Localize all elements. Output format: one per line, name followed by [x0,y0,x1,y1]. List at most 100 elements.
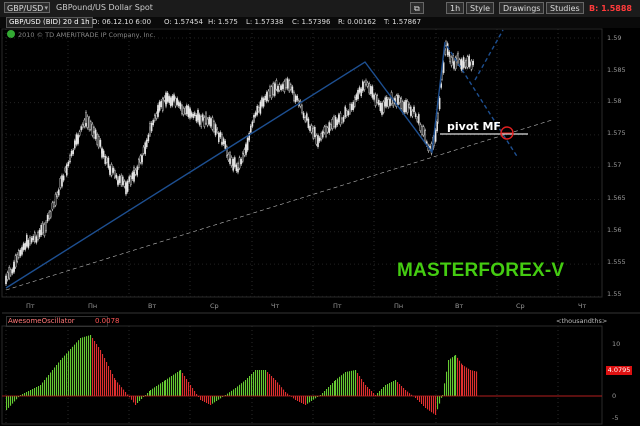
ao-bar [444,383,446,396]
ao-bar [86,336,88,396]
ao-bar [435,396,437,415]
candle-body [333,116,335,127]
ao-bar [330,385,332,396]
candle-body [336,119,339,126]
candle-body [24,243,27,250]
ao-bar [90,335,92,396]
ao-bar [343,373,345,396]
indicator-units: <thousandths> [556,317,608,325]
candle-body [362,81,364,92]
indicator-name[interactable]: AwesomeOscillator [8,317,75,325]
ao-bar [80,338,82,396]
ao-bar [468,368,470,396]
ao-bar [450,358,452,396]
candle-body [201,114,204,121]
time-tick: Чт [578,302,587,310]
candle-body [45,221,47,232]
candle-body [294,95,297,103]
ao-bar [112,374,114,396]
candle-body [288,80,291,92]
ao-bar [257,370,259,396]
price-tick: 1.59 [607,34,622,42]
ao-bar [68,351,70,396]
candle-body [112,167,114,173]
candle-body [115,174,118,179]
candle-body [133,171,135,182]
ao-bar [243,381,245,396]
ao-bar [357,373,359,396]
candle-body [386,96,388,107]
candle-body [195,115,198,122]
candle-body [147,134,150,142]
candle-body [254,112,257,117]
ao-bar [387,384,389,396]
candle-body [21,247,23,255]
time-tick: Ср [516,302,525,310]
candle-body [330,124,332,130]
ao-bar [476,371,478,396]
ao-bar [328,387,330,396]
ao-bar [121,387,123,396]
ao-bar [141,396,143,399]
candle-body [163,97,166,101]
ao-bar [88,335,90,396]
brand-watermark: MASTERFOREX-V [397,260,565,281]
candle-body [285,79,287,88]
ao-bar [245,380,247,396]
candle-body [237,168,239,173]
ao-bar [251,374,253,396]
ao-bar [341,375,343,396]
candle-body [326,127,329,133]
candle-body [113,170,116,178]
candle-body [449,56,451,63]
ao-bar [334,381,336,396]
candle-body [376,95,379,103]
candle-body [158,101,161,111]
price-chart[interactable] [0,0,640,426]
candle-body [121,176,124,185]
candle-body [165,92,167,105]
ao-bar [131,396,133,400]
ao-bar [54,367,56,396]
candle-body [126,181,129,192]
candle-body [81,124,84,128]
candle-body [350,104,353,111]
candle-body [448,51,451,57]
ao-bar [267,372,269,396]
candle-body [342,116,345,122]
candle-body [40,224,42,236]
ao-bar [371,391,373,396]
ao-bar [369,389,371,396]
ao-bar [322,393,324,396]
ao-bar [125,392,127,396]
ao-bar [200,396,202,400]
ao-bar [137,396,139,403]
ao-bar [160,383,162,396]
candle-body [290,84,292,90]
candle-body [320,133,323,140]
candle-body [19,250,22,256]
candle-body [5,275,7,285]
candle-body [184,107,187,114]
ao-bar [186,379,188,396]
candle-body [379,102,382,111]
candle-body [72,149,74,155]
candle-body [142,146,145,154]
candle-body [161,98,164,111]
ao-bar [472,370,474,396]
ao-bar [405,390,407,396]
candle-body [270,86,273,99]
ao-bar [259,370,261,396]
time-tick: Вт [148,302,157,310]
candle-body [315,135,318,145]
ao-bar [459,360,461,396]
time-tick: Чт [271,302,280,310]
candle-body [61,175,63,187]
ao-bar [188,382,190,396]
candle-body [347,111,350,116]
ao-bar [6,396,8,410]
candle-body [168,96,171,103]
candle-body [187,105,190,117]
ao-bar [385,385,387,396]
candle-body [344,106,347,118]
